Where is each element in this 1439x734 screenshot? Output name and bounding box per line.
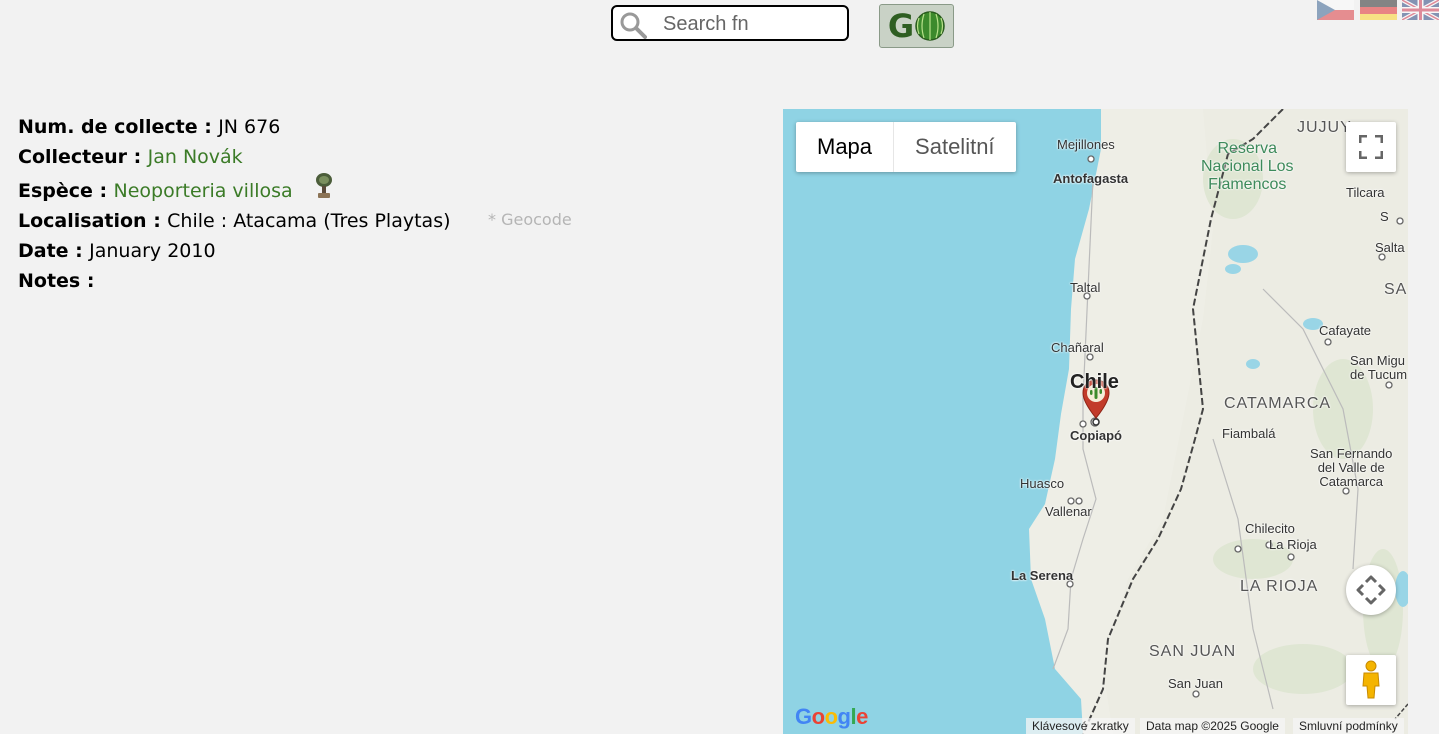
label-salta: Salta (1375, 240, 1405, 255)
label-jujuy: JUJUY (1297, 119, 1352, 136)
label-chile: Chile (1070, 371, 1119, 393)
camera-control-button[interactable] (1346, 565, 1396, 615)
label-la-rioja-region: LA RIOJA (1240, 578, 1319, 595)
label-chilecito: Chilecito (1245, 521, 1295, 536)
search-icon (620, 12, 647, 39)
label-san-juan-city: San Juan (1168, 676, 1223, 691)
label-san-fernando: San Fernando del Valle de Catamarca (1310, 446, 1393, 489)
geocode-link[interactable]: * Geocode (488, 205, 572, 235)
label-la-rioja-city: La Rioja (1269, 537, 1317, 552)
google-map[interactable]: Mejillones Antofagasta Taltal Chañaral C… (783, 109, 1408, 734)
cactus-ball-icon (915, 11, 945, 41)
label-huasco: Huasco (1020, 476, 1065, 491)
label-mejillones: Mejillones (1057, 137, 1115, 152)
label-sa: SA (1384, 281, 1408, 298)
map-type-map-button[interactable]: Mapa (796, 122, 895, 172)
collector-link[interactable]: Jan Novák (148, 146, 243, 168)
label-chanaral: Chañaral (1051, 340, 1104, 355)
label-catamarca: CATAMARCA (1224, 395, 1332, 412)
label-antofagasta: Antofagasta (1053, 171, 1129, 186)
label-san-miguel: San Migu de Tucum (1350, 353, 1408, 382)
species-link[interactable]: Neoporteria villosa (114, 180, 293, 202)
notes-label: Notes : (18, 270, 95, 292)
pan-arrows-icon (1356, 575, 1386, 605)
location-value: Chile : Atacama (Tres Playtas) (167, 210, 451, 232)
uk-flag-icon[interactable] (1402, 0, 1439, 20)
label-vallenar: Vallenar (1045, 504, 1092, 519)
number-label: Num. de collecte : (18, 116, 212, 138)
fullscreen-button[interactable] (1346, 122, 1396, 172)
map-terrain (1029, 109, 1408, 734)
go-button[interactable]: G (879, 4, 954, 48)
cactus-plant-icon[interactable] (313, 171, 335, 199)
map-type-satellite-button[interactable]: Satelitní (894, 122, 1016, 172)
row-location: Localisation : Chile : Atacama (Tres Pla… (18, 205, 572, 235)
label-cafayate: Cafayate (1319, 323, 1372, 338)
label-reserva-flamencos: Reserva Nacional Los Flamencos (1201, 140, 1294, 193)
row-notes: Notes : (18, 265, 451, 295)
collection-details: Num. de collecte : JN 676 Collecteur : J… (18, 111, 572, 295)
label-tilcara: Tilcara (1346, 185, 1385, 200)
search-input[interactable] (663, 11, 843, 37)
row-collector: Collecteur : Jan Novák (18, 141, 451, 171)
species-label: Espèce : (18, 180, 108, 202)
german-flag-icon[interactable] (1360, 0, 1397, 20)
date-label: Date : (18, 240, 83, 262)
search-box (611, 5, 849, 41)
label-taltal: Taltal (1070, 280, 1101, 295)
row-number: Num. de collecte : JN 676 (18, 111, 451, 141)
go-button-label: G (887, 7, 915, 45)
label-fiambala: Fiambalá (1222, 426, 1276, 441)
street-view-button[interactable] (1346, 655, 1396, 705)
keyboard-shortcuts-link[interactable]: Klávesové zkratky (1026, 718, 1135, 734)
row-date: Date : January 2010 (18, 235, 451, 265)
location-label: Localisation : (18, 210, 161, 232)
collector-label: Collecteur : (18, 146, 142, 168)
map-data-attribution: Data map ©2025 Google (1140, 718, 1285, 734)
label-san-juan-region: SAN JUAN (1149, 643, 1237, 660)
fullscreen-icon (1359, 135, 1383, 159)
czech-flag-icon[interactable] (1317, 0, 1354, 20)
google-logo[interactable]: Google (795, 704, 868, 730)
pegman-icon (1362, 660, 1380, 699)
label-la-serena: La Serena (1011, 568, 1074, 583)
map-type-control: Mapa Satelitní (796, 122, 1016, 172)
label-s: S (1380, 209, 1389, 224)
number-value: JN 676 (218, 116, 281, 138)
label-copiapo: Copiapó (1070, 428, 1122, 443)
row-species: Espèce : Neoporteria villosa (18, 171, 451, 205)
terms-link[interactable]: Smluvní podmínky (1293, 718, 1404, 734)
date-value: January 2010 (89, 240, 216, 262)
